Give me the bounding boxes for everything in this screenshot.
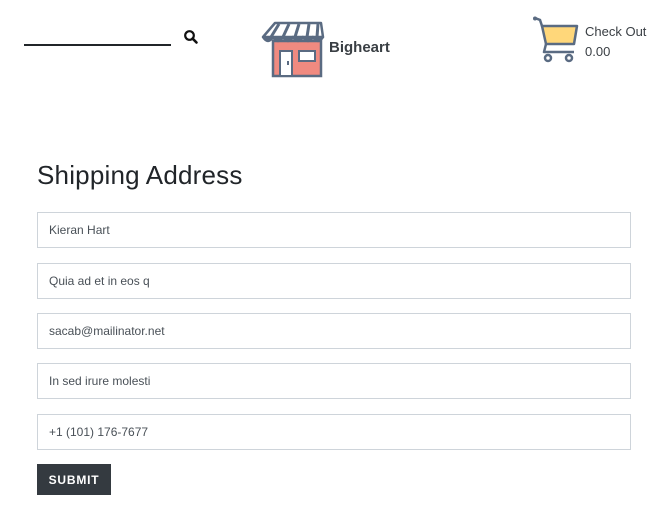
checkout-label: Check Out — [585, 24, 647, 39]
cart-summary: Check Out 0.00 — [585, 22, 646, 64]
search-input-underline[interactable] — [24, 44, 171, 46]
full-name-input[interactable] — [37, 212, 631, 248]
brand-name: Bigheart — [329, 38, 390, 56]
search-button[interactable] — [182, 28, 200, 46]
shopping-cart-icon — [533, 16, 579, 63]
email-input[interactable] — [37, 313, 631, 349]
cart-checkout-link[interactable]: Check Out 0.00 — [532, 16, 646, 64]
search-icon — [184, 30, 198, 44]
brand-link[interactable]: Bigheart — [261, 18, 390, 80]
page-title: Shipping Address — [37, 160, 243, 190]
submit-button[interactable]: SUBMIT — [37, 464, 111, 495]
phone-input[interactable] — [37, 414, 631, 450]
cart-total: 0.00 — [585, 44, 611, 59]
address-input[interactable] — [37, 263, 631, 299]
storefront-icon — [261, 21, 325, 78]
city-input[interactable] — [37, 363, 631, 399]
